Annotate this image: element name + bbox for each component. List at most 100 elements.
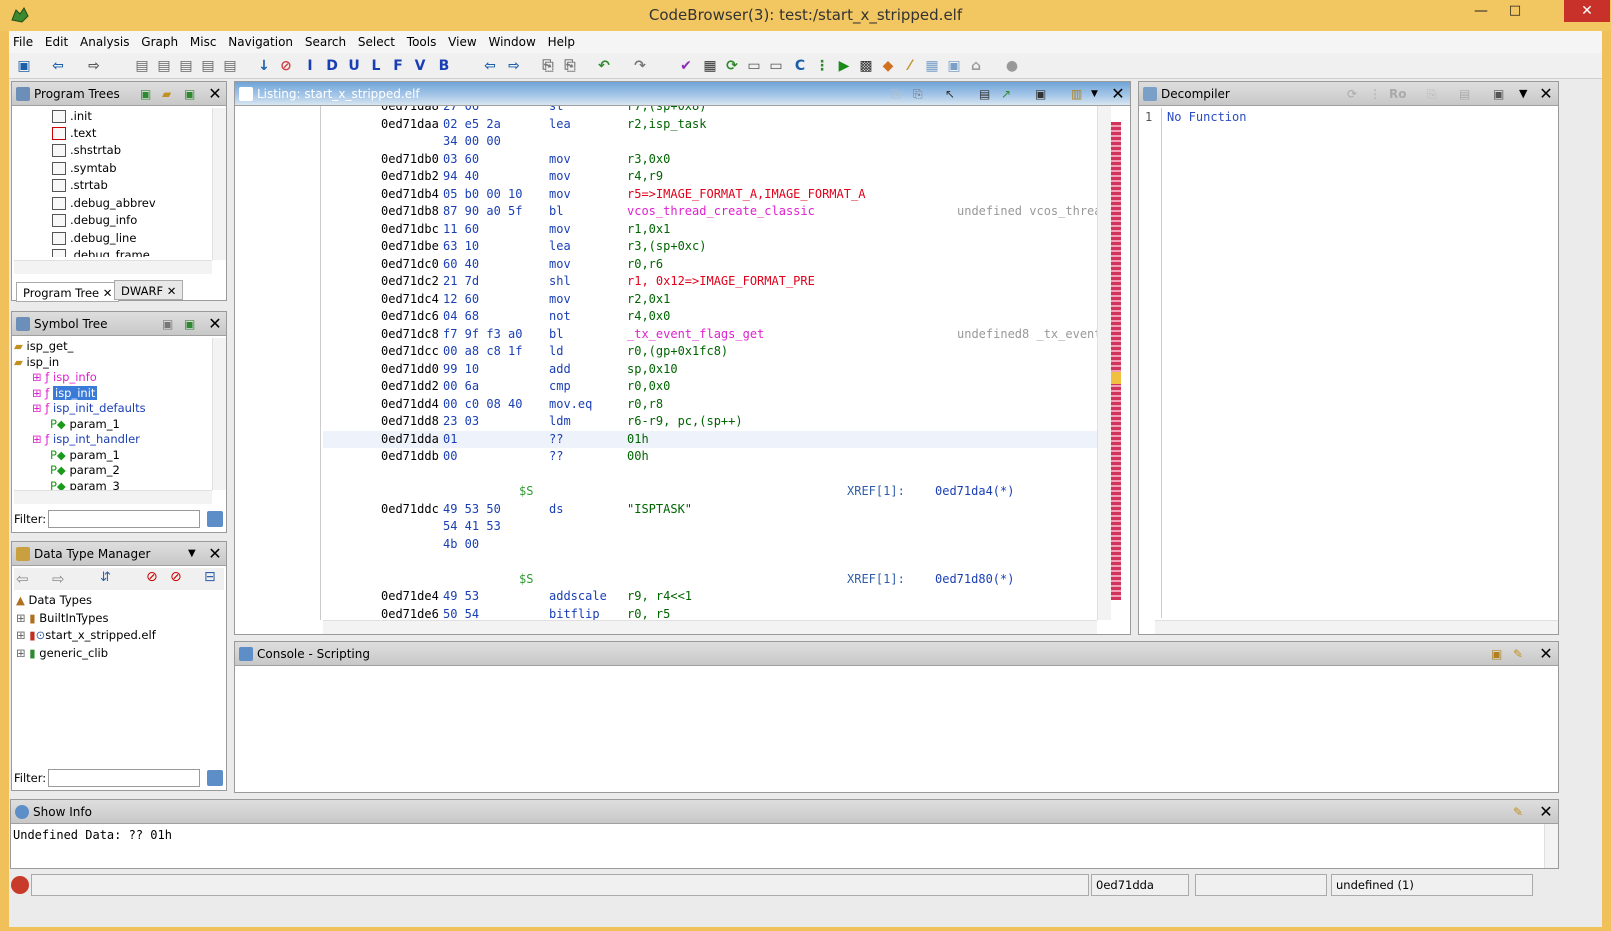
symbol-tree-hscroll[interactable]	[14, 490, 212, 504]
paste-icon[interactable]: ⎘	[561, 57, 579, 75]
clear-icon[interactable]: ✎	[1513, 642, 1523, 666]
dtm-item-data-types[interactable]: ▲ Data Types	[16, 592, 92, 609]
decompiler-hscroll[interactable]	[1155, 620, 1558, 634]
symbol-tree-item[interactable]: P◆ param_1	[50, 416, 120, 433]
filter-arrays-icon[interactable]: ⊘	[146, 569, 158, 585]
close-tab-icon[interactable]: ✕	[103, 286, 113, 300]
nav-u-icon[interactable]: U	[345, 57, 363, 75]
down-arrow-icon[interactable]: ↓	[255, 57, 273, 75]
menu-help[interactable]: Help	[544, 31, 579, 49]
open-folder-icon[interactable]: ▰	[162, 82, 171, 106]
snapshot-icon[interactable]: ▣	[1493, 82, 1504, 106]
listing-overview-bar[interactable]	[1111, 122, 1121, 600]
listing-row[interactable]: 0ed71dd2 00 6a cmp r0,0x0	[323, 378, 1097, 396]
bytes-icon[interactable]: ▦	[701, 57, 719, 75]
menu-misc[interactable]: Misc	[186, 31, 221, 49]
menu-file[interactable]: File	[9, 31, 37, 49]
diff-icon[interactable]: ↗	[1001, 82, 1011, 106]
listing-row[interactable]: 0ed71dd8 23 03 ldm r6-r9, pc,(sp++)	[323, 413, 1097, 431]
filter-pointers-icon[interactable]: ⊘	[170, 569, 182, 585]
listing-hscroll[interactable]	[323, 620, 1097, 634]
listing-row[interactable]: 0ed71dda 01?? 01h	[323, 430, 1097, 448]
chip-icon[interactable]: ▩	[857, 57, 875, 75]
symbol-tree-item[interactable]: ▰ isp_get_	[14, 338, 73, 355]
tree-item-debug-info[interactable]: .debug_info	[52, 212, 137, 229]
symbol-tree-item[interactable]: ▰ isp_in	[14, 354, 59, 371]
layout-icon[interactable]: ▥	[1071, 82, 1082, 106]
listing-row[interactable]: 0ed71dbc 11 60 mov r1,0x1	[323, 221, 1097, 239]
symbol-refresh-icon[interactable]: ▣	[184, 312, 195, 336]
tree-item-debug-frame[interactable]: .debug_frame	[52, 247, 150, 257]
expand-icon[interactable]: ⊞	[16, 628, 29, 642]
symbol-tree-item[interactable]: P◆ param_1	[50, 447, 120, 464]
listing-row[interactable]	[323, 553, 1097, 571]
field-edit-icon[interactable]: ▤	[979, 82, 990, 106]
listing-row[interactable]	[323, 466, 1097, 484]
dtm-item-builtin[interactable]: ⊞ ▮ BuiltInTypes	[16, 610, 108, 627]
nav-function-icon[interactable]: ▤	[221, 57, 239, 75]
tree-item-shstrtab[interactable]: .shstrtab	[52, 142, 121, 159]
menu-edit[interactable]: Edit	[41, 31, 72, 49]
console-output[interactable]	[235, 666, 1558, 792]
expand-icon[interactable]: ⊞	[16, 611, 29, 625]
menu-select[interactable]: Select	[354, 31, 399, 49]
menu-navigation[interactable]: Navigation	[224, 31, 297, 49]
nav-b-icon[interactable]: B	[435, 57, 453, 75]
snapshot-icon[interactable]: ▣	[1035, 82, 1046, 106]
stop-icon[interactable]: ⊘	[277, 57, 295, 75]
listing-row[interactable]: 0ed71db4 05 b0 00 10 mov r5=>IMAGE_FORMAT_A…	[323, 186, 1097, 204]
close-icon[interactable]: ✕	[206, 82, 224, 106]
listing-row[interactable]: 0ed71db0 03 60 mov r3,0x0	[323, 151, 1097, 169]
close-icon[interactable]: ✕	[1537, 82, 1555, 106]
read-only-toggle[interactable]: Ro	[1389, 82, 1406, 106]
menu-search[interactable]: Search	[301, 31, 350, 49]
listing-label-row[interactable]: $S XREF[1]: 0ed71da4(*)	[323, 483, 1097, 501]
filter-options-icon[interactable]	[207, 770, 223, 786]
nav-l-icon[interactable]: L	[367, 57, 385, 75]
wand-icon[interactable]: ⁄	[901, 57, 919, 75]
tree-item-debug-abbrev[interactable]: .debug_abbrev	[52, 195, 156, 212]
listing-code[interactable]: 0ed71da8 27 06 st r7,(sp+0x8) 0ed71daa 02 e5 …	[323, 106, 1097, 620]
undo-icon[interactable]: ↶	[595, 57, 613, 75]
copy-icon[interactable]: ⎘	[891, 82, 901, 106]
copy-icon[interactable]: ⎘	[1427, 82, 1437, 106]
dropdown-icon[interactable]: ▼	[188, 542, 196, 566]
dtm-filter-input[interactable]	[48, 769, 200, 787]
export-icon[interactable]: ▤	[1459, 82, 1470, 106]
symbol-tree-item[interactable]: ⊞ ƒ isp_init_defaults	[32, 400, 146, 417]
listing-row[interactable]: 0ed71ddc 49 53 50 ds "ISPTASK"	[323, 501, 1097, 519]
clear-icon[interactable]: ✎	[1513, 800, 1523, 824]
save-icon[interactable]: ▣	[15, 57, 33, 75]
help-icon[interactable]: ●	[1003, 57, 1021, 75]
menu-analysis[interactable]: Analysis	[76, 31, 133, 49]
nav-f-icon[interactable]: F	[389, 57, 407, 75]
nav-label-icon[interactable]: ▤	[199, 57, 217, 75]
listing-row[interactable]: 0ed71de4 49 53 addscale r9, r4<<1	[323, 588, 1097, 606]
tree-refresh-icon[interactable]: ▣	[184, 82, 195, 106]
minimize-button[interactable]: —	[1464, 0, 1498, 22]
close-icon[interactable]: ✕	[1537, 642, 1555, 666]
close-icon[interactable]: ✕	[1109, 82, 1127, 106]
listing-vscroll[interactable]	[1097, 106, 1111, 620]
close-tab-icon[interactable]: ✕	[167, 284, 177, 298]
symbol-tree-item[interactable]: ⊞ ƒ isp_int_handler	[32, 431, 140, 448]
redo-icon[interactable]: ↷	[631, 57, 649, 75]
call-tree-icon[interactable]: ⋮	[813, 57, 831, 75]
nav-d-icon[interactable]: D	[323, 57, 341, 75]
listing-row[interactable]: 0ed71ddb 00?? 00h	[323, 448, 1097, 466]
lock-icon[interactable]: ▣	[1491, 642, 1502, 666]
menu-view[interactable]: View	[444, 31, 480, 49]
tree-item-symtab[interactable]: .symtab	[52, 160, 117, 177]
symbol-filter-icon[interactable]: ▣	[162, 312, 173, 336]
symbol-tree-vscroll[interactable]	[212, 338, 226, 490]
listing-row[interactable]: 0ed71dcc 00 a8 c8 1f ld r0,(gp+0x1fc8)	[323, 343, 1097, 361]
menu-graph[interactable]: Graph	[137, 31, 182, 49]
tree-item-init[interactable]: .init	[52, 108, 92, 125]
close-icon[interactable]: ✕	[206, 312, 224, 336]
dropdown-icon[interactable]: ▼	[1091, 82, 1098, 106]
maximize-button[interactable]: □	[1498, 0, 1532, 22]
diamond-icon[interactable]: ◆	[879, 57, 897, 75]
function-graph-icon[interactable]: C	[791, 57, 809, 75]
program-trees-vscroll[interactable]	[212, 108, 226, 260]
screen-icon[interactable]: ▣	[945, 57, 963, 75]
